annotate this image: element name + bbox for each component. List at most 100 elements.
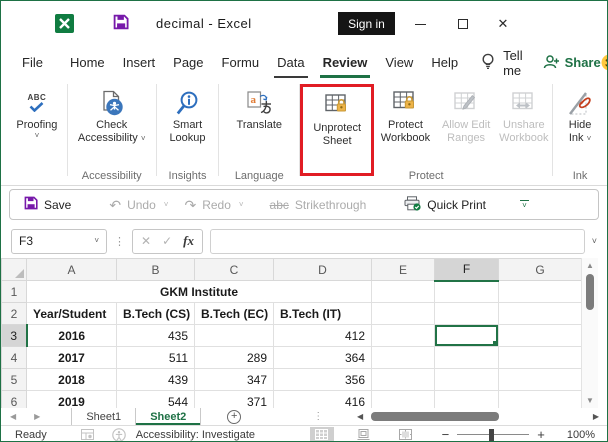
normal-view-button[interactable] [309,426,334,441]
row-header-6[interactable]: 6 [1,390,27,408]
tab-file[interactable]: File [13,46,61,79]
accessibility-status[interactable]: Accessibility: Investigate [136,429,255,441]
sign-in-button[interactable]: Sign in [338,12,395,35]
cell[interactable] [371,324,435,347]
scroll-left-icon[interactable]: ◀ [353,412,367,421]
cell-d5[interactable]: 356 [273,368,372,391]
cell-b4[interactable]: 511 [116,346,195,369]
customize-qat-button[interactable]: ˅ [519,199,529,210]
row-header-1[interactable]: 1 [1,280,27,303]
cell-a2[interactable]: Year/Student [26,302,117,325]
col-header-g[interactable]: G [498,258,582,281]
cell-b3[interactable]: 435 [116,324,195,347]
row-header-5[interactable]: 5 [1,368,27,391]
sheet-tab-sheet1[interactable]: Sheet1 [72,408,137,425]
cell[interactable] [371,302,435,325]
tab-review[interactable]: Review [314,46,377,79]
horizontal-scrollbar[interactable]: ◀ ▶ [353,410,603,423]
hide-ink-button[interactable]: Hide Ink ˅ [555,84,605,145]
cell[interactable] [371,390,435,408]
feedback-smiley-icon[interactable] [601,54,607,71]
unprotect-sheet-button[interactable]: Unprotect Sheet [305,87,369,148]
tell-me-button[interactable]: Tell me [481,48,523,78]
proofing-button[interactable]: ABC Proofing ˅ [9,84,65,140]
col-header-e[interactable]: E [371,258,435,281]
zoom-out-button[interactable]: − [442,427,450,441]
protect-workbook-button[interactable]: Protect Workbook [374,84,437,145]
cell[interactable] [498,324,582,347]
minimize-button[interactable] [411,15,429,33]
tab-formulas[interactable]: Formu [213,46,269,79]
cell[interactable] [498,390,582,408]
smart-lookup-button[interactable]: Smart Lookup [158,84,216,145]
expand-formula-bar-icon[interactable]: ˅ [592,236,597,246]
previous-sheet-icon[interactable]: ◀ [1,412,25,421]
cell-d3[interactable]: 412 [273,324,372,347]
cell[interactable] [371,346,435,369]
scroll-right-icon[interactable]: ▶ [589,412,603,421]
page-break-preview-button[interactable] [394,427,418,442]
cell-c4[interactable]: 289 [194,346,274,369]
cell-d6[interactable]: 416 [273,390,372,408]
col-header-f-selected[interactable]: F [434,258,499,282]
quick-print-button[interactable]: Quick Print [404,195,486,214]
save-button[interactable]: Save [24,196,71,213]
horizontal-scroll-thumb[interactable] [371,412,500,421]
cell-d2[interactable]: B.Tech (IT) [273,302,372,325]
row-header-2[interactable]: 2 [1,302,27,325]
cell[interactable] [434,390,499,408]
cell-b6[interactable]: 544 [116,390,195,408]
cell[interactable] [434,302,499,325]
cell-d4[interactable]: 364 [273,346,372,369]
autosave-save-icon[interactable] [113,14,129,35]
zoom-level[interactable]: 100% [567,429,595,441]
zoom-in-button[interactable]: + [537,427,545,441]
zoom-slider[interactable] [457,428,530,441]
share-button[interactable]: Share [543,54,601,72]
tab-page-layout[interactable]: Page [164,46,212,79]
cell[interactable] [434,368,499,391]
translate-button[interactable]: a Translate [223,84,295,132]
cell[interactable] [498,280,582,303]
cell-title-merged[interactable]: GKM Institute [26,280,372,303]
close-button[interactable]: ✕ [494,15,512,33]
check-accessibility-button[interactable]: Check Accessibility ˅ [70,84,154,145]
zoom-slider-thumb[interactable] [489,428,495,441]
col-header-a[interactable]: A [26,258,117,281]
col-header-b[interactable]: B [116,258,195,281]
cell-b5[interactable]: 439 [116,368,195,391]
sheet-tab-sheet2[interactable]: Sheet2 [136,408,202,425]
cell[interactable] [434,280,499,303]
tab-help[interactable]: Help [422,46,467,79]
maximize-button[interactable] [454,15,472,33]
select-all-corner[interactable] [1,258,27,281]
cell[interactable] [498,368,582,391]
cell-a4[interactable]: 2017 [26,346,117,369]
new-sheet-button[interactable]: + [227,409,242,424]
cell-f3-selected[interactable] [434,324,499,347]
tab-home[interactable]: Home [61,46,114,79]
col-header-c[interactable]: C [194,258,274,281]
vertical-scrollbar[interactable]: ▲ ▼ [581,258,598,408]
accessibility-checker-icon[interactable] [111,427,126,441]
cell[interactable] [371,280,435,303]
cell-b2[interactable]: B.Tech (CS) [116,302,195,325]
page-layout-view-button[interactable] [352,427,376,442]
cell-c5[interactable]: 347 [194,368,274,391]
row-header-3-selected[interactable]: 3 [1,324,28,347]
cell-c2[interactable]: B.Tech (EC) [194,302,274,325]
tab-data[interactable]: Data [268,46,313,79]
row-header-4[interactable]: 4 [1,346,27,369]
name-box[interactable]: F3 ˅ [11,228,107,254]
macro-record-icon[interactable] [80,429,94,440]
scroll-down-icon[interactable]: ▼ [582,396,598,405]
formula-input[interactable] [209,228,585,254]
col-header-d[interactable]: D [273,258,372,281]
cell-a3[interactable]: 2016 [26,324,117,347]
cell[interactable] [498,346,582,369]
cell[interactable] [371,368,435,391]
vertical-scroll-thumb[interactable] [586,274,594,310]
tab-view[interactable]: View [376,46,422,79]
insert-function-button[interactable]: fx [183,233,194,249]
name-box-chevron-icon[interactable]: ˅ [94,237,99,245]
